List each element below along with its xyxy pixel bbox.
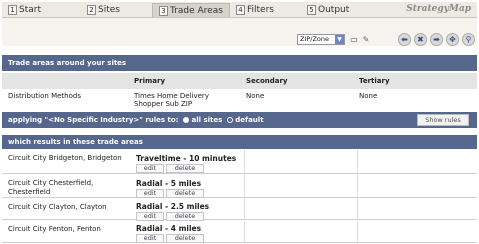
zoom-icon[interactable]: ⚲ (462, 33, 475, 46)
pan-icon[interactable]: ✥ (446, 33, 459, 46)
tab-label: Start (19, 5, 41, 15)
back-arrow-icon[interactable]: ⬅ (398, 33, 411, 46)
results-section-header: which results in these trade areas (2, 135, 477, 149)
trade-area-label: Radial - 4 miles (136, 224, 202, 233)
trade-area-label: Traveltime - 10 minutes (136, 154, 237, 163)
column-divider (244, 150, 245, 173)
radio-all-sites[interactable] (183, 117, 190, 123)
step-number: 1 (8, 5, 17, 15)
trade-area-cell: Radial - 4 miles edit delete (136, 224, 206, 243)
tab-start[interactable]: 1 Start (8, 3, 41, 17)
table-row: Circuit City Bridgeton, Bridgeton Travel… (2, 150, 477, 174)
column-divider (244, 175, 245, 197)
pencil-icon[interactable]: ✎ (360, 34, 372, 45)
show-rules-button[interactable]: Show rules (417, 114, 469, 126)
map-toolbar: ZIP/Zone ▼ ▭ ✎ ⬅ ✖ ➡ ✥ ⚲ (2, 18, 477, 46)
site-name: Circuit City Clayton, Clayton (8, 203, 107, 211)
radio-default[interactable] (227, 117, 234, 123)
section-title: which results in these trade areas (8, 138, 143, 146)
chevron-down-icon: ▼ (335, 35, 344, 44)
distribution-tertiary: None (359, 92, 378, 100)
delete-button[interactable]: delete (166, 189, 204, 198)
radio-default-label: default (235, 116, 264, 124)
column-divider (357, 150, 358, 173)
column-divider (357, 175, 358, 197)
site-name: Circuit City Bridgeton, Bridgeton (8, 154, 122, 162)
rules-text: applying "<No Specific Industry>" rules … (8, 116, 179, 124)
tab-trade-areas[interactable]: 3 Trade Areas (152, 3, 230, 17)
zone-type-select[interactable]: ZIP/Zone ▼ (297, 34, 345, 45)
step-number: 2 (87, 5, 96, 15)
tab-filters[interactable]: 4 Filters (236, 3, 274, 17)
table-row: Circuit City Chesterfield, Chesterfield … (2, 175, 477, 198)
rules-bar: applying "<No Specific Industry>" rules … (2, 112, 477, 128)
tab-label: Output (318, 5, 350, 15)
forward-arrow-icon[interactable]: ➡ (430, 33, 443, 46)
step-number: 5 (307, 5, 316, 15)
column-divider (357, 199, 358, 219)
site-name: Circuit City Fenton, Fenton (8, 225, 101, 233)
column-divider (244, 221, 245, 242)
distribution-secondary: None (246, 92, 265, 100)
tab-output[interactable]: 5 Output (307, 3, 349, 17)
section-title: Trade areas around your sites (8, 59, 127, 67)
header-primary: Primary (134, 77, 166, 85)
tab-sites[interactable]: 2 Sites (87, 3, 120, 17)
column-headers: Primary Secondary Tertiary (2, 73, 477, 89)
header-secondary: Secondary (246, 77, 288, 85)
radio-all-sites-label: all sites (191, 116, 223, 124)
cursor-icon[interactable]: ▭ (348, 34, 360, 45)
zone-type-value: ZIP/Zone (300, 35, 330, 43)
column-divider (357, 221, 358, 242)
distribution-primary: Times Home Delivery Shopper Sub ZIP (134, 92, 209, 108)
step-number: 3 (159, 5, 168, 16)
delete-button[interactable]: delete (166, 234, 204, 243)
delete-button[interactable]: delete (166, 212, 204, 221)
trade-area-cell: Radial - 5 miles edit delete (136, 179, 206, 198)
delete-button[interactable]: delete (166, 164, 204, 173)
site-name: Circuit City Chesterfield, Chesterfield (8, 179, 94, 196)
wizard-tab-bar: 1 Start 2 Sites 3 Trade Areas 4 Filters … (2, 2, 477, 18)
trade-area-cell: Radial - 2.5 miles edit delete (136, 202, 209, 221)
distribution-label: Distribution Methods (8, 92, 81, 100)
header-tertiary: Tertiary (359, 77, 390, 85)
step-number: 4 (236, 5, 245, 15)
brand-logo: StrategyMap (406, 4, 471, 14)
tab-label: Sites (98, 5, 120, 15)
tab-label: Trade Areas (170, 5, 223, 16)
trade-areas-section-header: Trade areas around your sites (2, 55, 477, 71)
tab-label: Filters (247, 5, 274, 15)
table-row: Circuit City Fenton, Fenton Radial - 4 m… (2, 221, 477, 243)
edit-button[interactable]: edit (136, 164, 164, 173)
close-icon[interactable]: ✖ (414, 33, 427, 46)
table-row: Circuit City Clayton, Clayton Radial - 2… (2, 199, 477, 221)
edit-button[interactable]: edit (136, 212, 164, 221)
edit-button[interactable]: edit (136, 189, 164, 198)
column-divider (244, 199, 245, 219)
trade-area-label: Radial - 5 miles (136, 179, 202, 188)
distribution-methods-row: Distribution Methods Times Home Delivery… (2, 89, 477, 111)
edit-button[interactable]: edit (136, 234, 164, 243)
trade-area-cell: Traveltime - 10 minutes edit delete (136, 154, 236, 173)
trade-area-label: Radial - 2.5 miles (136, 202, 210, 211)
